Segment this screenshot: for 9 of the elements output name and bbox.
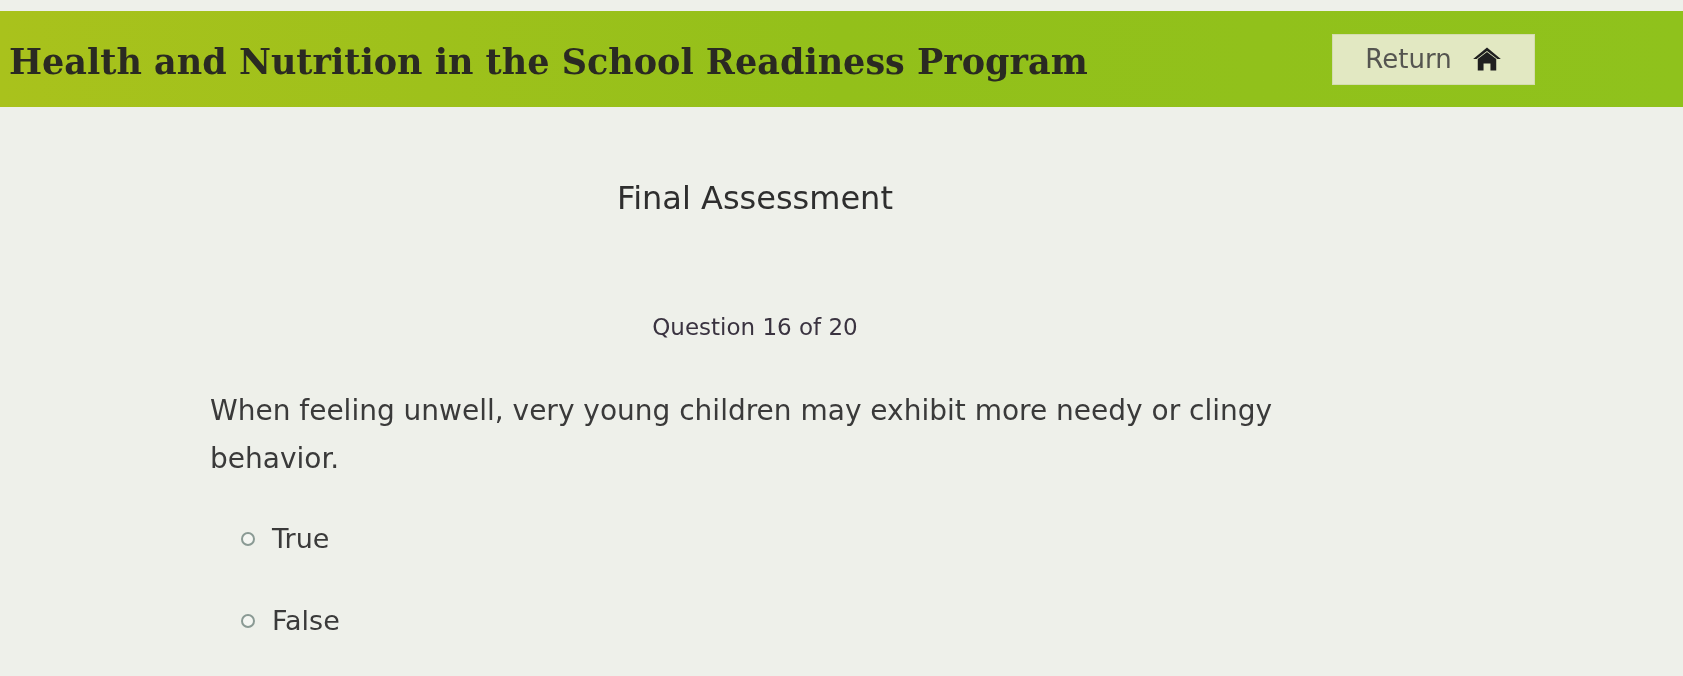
radio-button[interactable]: [241, 614, 255, 628]
question-number: Question 16 of 20: [652, 313, 858, 342]
home-icon: [1471, 46, 1502, 72]
option-label: False: [272, 604, 340, 638]
assessment-title: Final Assessment: [617, 178, 893, 218]
radio-button[interactable]: [241, 532, 255, 546]
question-text: When feeling unwell, very young children may exhibit more needy or clingy behavior.: [210, 393, 1274, 477]
option-label: True: [272, 522, 330, 556]
return-button[interactable]: Return: [1332, 33, 1535, 85]
